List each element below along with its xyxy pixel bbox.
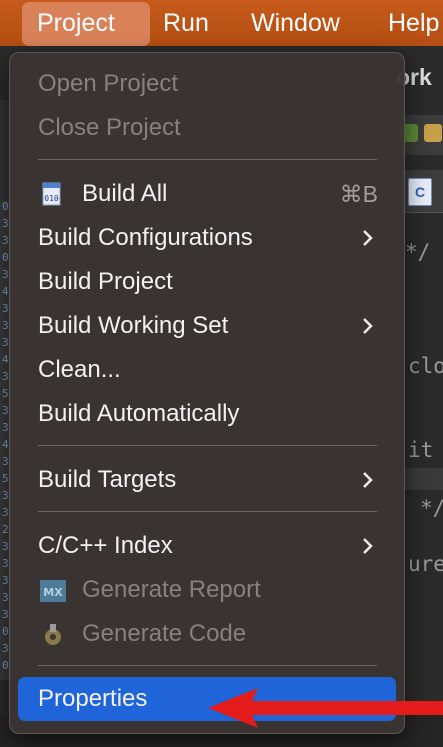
menu-item-label: Open Project <box>38 70 179 97</box>
svg-text:010: 010 <box>44 194 59 203</box>
shortcut-label: ⌘B <box>339 181 378 207</box>
code-fragment: */ <box>420 496 443 520</box>
menu-item-label: Close Project <box>38 114 181 141</box>
menu-item-build-automatically[interactable]: Build Automatically <box>10 394 404 434</box>
menu-separator <box>38 665 377 666</box>
menu-item-build-configurations[interactable]: Build Configurations <box>10 218 404 258</box>
menu-item-label: Build All <box>82 180 168 207</box>
code-fragment: */ <box>405 240 431 264</box>
menu-project[interactable]: Project <box>22 2 150 46</box>
menu-item-open-project[interactable]: Open Project <box>10 64 404 104</box>
gear-code-icon <box>45 624 61 645</box>
mx-icon-text: MX <box>43 586 63 599</box>
menu-item-generate-code[interactable]: Generate Code <box>10 614 404 654</box>
menu-run[interactable]: Run <box>163 0 209 46</box>
menu-item-label: Build Targets <box>38 466 177 493</box>
menu-item-label: Build Working Set <box>38 312 229 339</box>
chevron-right-icon <box>363 318 373 334</box>
annotation-arrow-icon <box>208 688 443 728</box>
menu-separator <box>38 511 377 512</box>
menu-separator <box>38 159 377 160</box>
menu-item-cpp-index[interactable]: C/C++ Index <box>10 526 404 566</box>
menu-separator <box>38 445 377 446</box>
menu-item-label: Generate Code <box>82 620 247 647</box>
code-fragment: clo <box>408 354 443 378</box>
menu-item-build-targets[interactable]: Build Targets <box>10 460 404 500</box>
menu-item-close-project[interactable]: Close Project <box>10 108 404 148</box>
menu-item-clean[interactable]: Clean... <box>10 350 404 390</box>
menu-item-label: Properties <box>38 685 148 712</box>
current-line-highlight <box>403 468 443 490</box>
code-fragment: it <box>408 438 434 462</box>
menu-item-label: Build Project <box>38 268 173 295</box>
mx-report-icon: MX <box>40 580 66 602</box>
menu-bar: Project Run Window Help <box>0 0 443 46</box>
binary-file-icon: 010 <box>42 182 61 206</box>
c-file-icon[interactable]: C <box>408 178 432 206</box>
menu-window[interactable]: Window <box>251 0 340 46</box>
menu-item-build-project[interactable]: Build Project <box>10 262 404 302</box>
menu-help[interactable]: Help <box>388 0 439 46</box>
menu-item-label: Generate Report <box>82 576 261 603</box>
chevron-right-icon <box>363 472 373 488</box>
menu-item-label: C/C++ Index <box>38 532 173 559</box>
menu-item-label: Build Automatically <box>38 400 240 427</box>
chevron-right-icon <box>363 230 373 246</box>
toolbar-icon[interactable] <box>424 124 442 142</box>
project-menu: Open Project Close Project 010 Build All… <box>9 52 405 734</box>
menu-item-label: Clean... <box>38 356 121 383</box>
menu-project-label: Project <box>37 9 115 37</box>
chevron-right-icon <box>363 538 373 554</box>
menu-item-label: Build Configurations <box>38 224 253 251</box>
menu-item-build-working-set[interactable]: Build Working Set <box>10 306 404 346</box>
menu-item-build-all[interactable]: 010 Build All ⌘B <box>10 174 404 214</box>
menu-item-generate-report[interactable]: MX Generate Report <box>10 570 404 610</box>
code-fragment: ure <box>408 552 443 576</box>
